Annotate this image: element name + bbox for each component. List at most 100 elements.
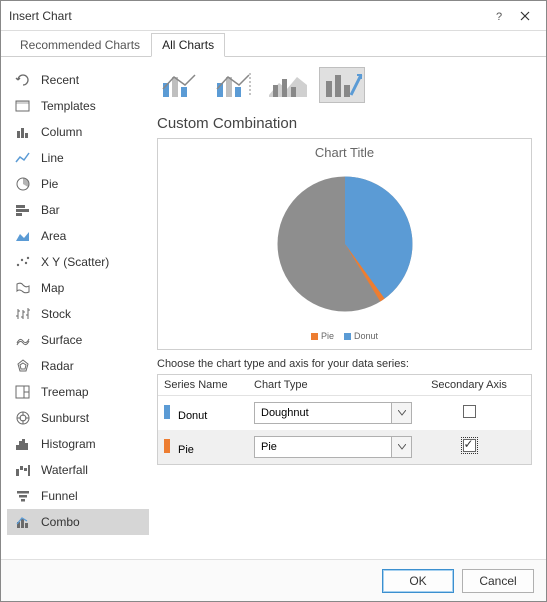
help-button[interactable]: ? [486,5,512,27]
sunburst-icon [13,409,33,427]
combo-subtitle: Custom Combination [157,115,532,132]
treemap-icon [13,383,33,401]
sidebar: Recent Templates Column Line Pie Bar Are… [1,57,149,559]
sidebar-item-label: Combo [41,515,80,529]
sidebar-item-treemap[interactable]: Treemap [7,379,149,405]
close-button[interactable] [512,5,538,27]
sidebar-item-label: Area [41,229,66,243]
sidebar-item-label: Treemap [41,385,89,399]
cancel-button[interactable]: Cancel [462,569,534,593]
sidebar-item-label: Line [41,151,64,165]
series-table: Series Name Chart Type Secondary Axis Do… [157,374,532,465]
templates-icon [13,97,33,115]
sidebar-item-label: Surface [41,333,82,347]
svg-text:?: ? [496,11,502,22]
radar-icon [13,357,33,375]
chart-type-select-pie[interactable]: Pie [254,436,412,458]
scatter-icon [13,253,33,271]
sidebar-item-recent[interactable]: Recent [7,67,149,93]
sidebar-item-label: Bar [41,203,60,217]
waterfall-icon [13,461,33,479]
map-icon [13,279,33,297]
sidebar-item-surface[interactable]: Surface [7,327,149,353]
series-name: Donut [178,410,207,422]
pie-icon [13,175,33,193]
sidebar-item-radar[interactable]: Radar [7,353,149,379]
sidebar-item-column[interactable]: Column [7,119,149,145]
combo-subtype-1[interactable] [157,67,203,103]
bar-icon [13,201,33,219]
combo-subtype-row [157,67,532,103]
ok-button[interactable]: OK [382,569,454,593]
legend-label-pie: Pie [321,331,334,341]
sidebar-item-label: Funnel [41,489,78,503]
sidebar-item-histogram[interactable]: Histogram [7,431,149,457]
sidebar-item-label: Stock [41,307,71,321]
column-icon [13,123,33,141]
secondary-axis-checkbox-donut[interactable] [463,405,476,418]
sidebar-item-combo[interactable]: Combo [7,509,149,535]
sidebar-item-label: Pie [41,177,58,191]
sidebar-item-pie[interactable]: Pie [7,171,149,197]
area-icon [13,227,33,245]
header-chart-type: Chart Type [254,379,424,391]
tab-all-charts[interactable]: All Charts [151,33,225,57]
series-row-pie: Pie Pie [158,430,531,464]
sidebar-item-label: Sunburst [41,411,89,425]
main-panel: Custom Combination Chart Title Pie Donut… [149,57,546,559]
sidebar-item-label: Column [41,125,82,139]
chart-type-select-donut[interactable]: Doughnut [254,402,412,424]
dialog-footer: OK Cancel [1,559,546,601]
sidebar-item-label: Templates [41,99,96,113]
chevron-down-icon [391,403,411,423]
sidebar-item-line[interactable]: Line [7,145,149,171]
chart-preview[interactable]: Chart Title Pie Donut [157,138,532,350]
combo-subtype-3[interactable] [265,67,311,103]
pie-chart [270,169,420,324]
chevron-down-icon [391,437,411,457]
chart-title: Chart Title [158,139,531,160]
series-swatch [164,439,170,453]
sidebar-item-label: X Y (Scatter) [41,255,109,269]
line-icon [13,149,33,167]
sidebar-item-templates[interactable]: Templates [7,93,149,119]
sidebar-item-label: Histogram [41,437,96,451]
surface-icon [13,331,33,349]
secondary-axis-checkbox-pie[interactable] [463,439,476,452]
sidebar-item-label: Recent [41,73,79,87]
series-header: Series Name Chart Type Secondary Axis [158,375,531,396]
header-series-name: Series Name [164,379,254,391]
series-name: Pie [178,444,194,456]
sidebar-item-label: Map [41,281,64,295]
stock-icon [13,305,33,323]
series-swatch [164,405,170,419]
select-value: Pie [261,441,277,453]
titlebar: Insert Chart ? [1,1,546,31]
legend-label-donut: Donut [354,331,378,341]
combo-icon [13,513,33,531]
sidebar-item-scatter[interactable]: X Y (Scatter) [7,249,149,275]
combo-subtype-2[interactable] [211,67,257,103]
sidebar-item-bar[interactable]: Bar [7,197,149,223]
sidebar-item-label: Waterfall [41,463,88,477]
combo-subtype-custom[interactable] [319,67,365,103]
sidebar-item-label: Radar [41,359,74,373]
select-value: Doughnut [261,407,309,419]
tab-recommended[interactable]: Recommended Charts [9,33,151,57]
sidebar-item-funnel[interactable]: Funnel [7,483,149,509]
sidebar-item-stock[interactable]: Stock [7,301,149,327]
sidebar-item-area[interactable]: Area [7,223,149,249]
chart-legend: Pie Donut [158,331,531,341]
sidebar-item-map[interactable]: Map [7,275,149,301]
histogram-icon [13,435,33,453]
funnel-icon [13,487,33,505]
sidebar-item-waterfall[interactable]: Waterfall [7,457,149,483]
tabs: Recommended Charts All Charts [1,31,546,57]
window-title: Insert Chart [9,9,486,23]
legend-swatch-pie [311,333,318,340]
sidebar-item-sunburst[interactable]: Sunburst [7,405,149,431]
series-row-donut: Donut Doughnut [158,396,531,430]
series-instruction: Choose the chart type and axis for your … [157,358,532,370]
legend-swatch-donut [344,333,351,340]
recent-icon [13,71,33,89]
